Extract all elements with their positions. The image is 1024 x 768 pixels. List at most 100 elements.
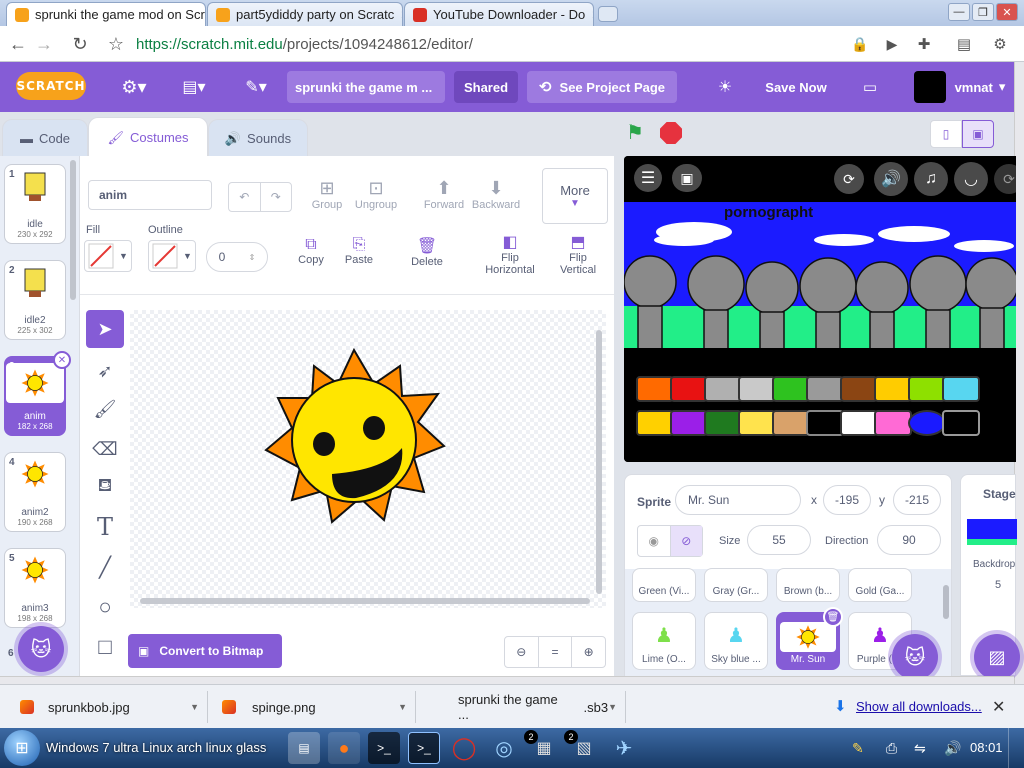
- fill-color-picker[interactable]: ▼: [84, 240, 132, 272]
- color-chip[interactable]: [874, 376, 912, 402]
- extensions-puzzle-icon[interactable]: ✚: [912, 32, 936, 56]
- color-chip[interactable]: [806, 376, 844, 402]
- show-desktop-button[interactable]: [1008, 728, 1024, 768]
- replay-icon[interactable]: ⟳: [994, 164, 1016, 194]
- color-chip[interactable]: [806, 410, 844, 436]
- size-input[interactable]: 55: [747, 525, 811, 555]
- direction-input[interactable]: 90: [877, 525, 941, 555]
- color-chip[interactable]: [908, 410, 946, 436]
- sprite-tile[interactable]: ♟ Lime (O...: [632, 612, 696, 670]
- sprite-tile[interactable]: Green (Vi...: [632, 568, 696, 602]
- opera-icon[interactable]: ◯: [448, 732, 480, 764]
- choose-backdrop-icon[interactable]: ▨: [974, 634, 1020, 680]
- brush-tool-icon[interactable]: 🖌: [86, 390, 124, 428]
- canvas-vertical-scrollbar[interactable]: [596, 330, 602, 594]
- color-chip[interactable]: [840, 376, 878, 402]
- stage[interactable]: ☰ ▣ ⟳ 🔊 ♫ ◡ ⟳ pornographt: [624, 156, 1016, 462]
- wrench-menu-icon[interactable]: ⚙: [988, 32, 1012, 56]
- printer-tray-icon[interactable]: ⎙: [886, 740, 897, 757]
- download-item[interactable]: sprunki the game ... .sb3 ▼: [420, 691, 626, 723]
- firefox-icon[interactable]: ●: [328, 732, 360, 764]
- rectangle-tool-icon[interactable]: □: [86, 628, 124, 666]
- ungroup-button[interactable]: ⊡ Ungroup: [355, 178, 397, 211]
- lock-icon[interactable]: 🔒: [848, 32, 872, 56]
- outline-color-picker[interactable]: ▼: [148, 240, 196, 272]
- notes-tray-icon[interactable]: ✎: [852, 740, 864, 757]
- color-chip[interactable]: [772, 376, 810, 402]
- sprite-list-scrollbar[interactable]: [943, 585, 949, 619]
- sprite-tile[interactable]: Gray (Gr...: [704, 568, 768, 602]
- color-chip[interactable]: [704, 376, 742, 402]
- more-dropdown[interactable]: More ▼: [542, 168, 608, 224]
- zoom-reset-button[interactable]: =: [539, 637, 573, 667]
- edit-pencil-icon[interactable]: ✎▾: [236, 71, 276, 103]
- download-item[interactable]: sprunkbob.jpg ▼: [6, 691, 208, 723]
- outline-width-input[interactable]: 0 ⇕: [206, 242, 268, 272]
- flip-vertical-button[interactable]: ⬒ Flip Vertical: [554, 232, 602, 276]
- choose-sprite-cat-icon[interactable]: 🐱: [892, 634, 938, 680]
- choose-costume-cat-icon[interactable]: 🐱: [18, 626, 64, 672]
- moon-icon[interactable]: ◡: [954, 162, 988, 196]
- line-tool-icon[interactable]: ╱: [86, 548, 124, 586]
- hide-eye-icon[interactable]: ⊘: [670, 526, 702, 556]
- color-chip[interactable]: [772, 410, 810, 436]
- music-note-icon[interactable]: ♫: [914, 162, 948, 196]
- costume-item[interactable]: 1 idle 230 x 292: [4, 164, 66, 244]
- page-menu-icon[interactable]: ▤: [952, 32, 976, 56]
- show-all-downloads-link[interactable]: Show all downloads...: [856, 699, 982, 714]
- file-menu-icon[interactable]: ▤▾: [174, 71, 214, 103]
- costume-list-scrollbar[interactable]: [70, 160, 76, 300]
- play-icon[interactable]: ▶: [880, 32, 904, 56]
- browser-tab-youtube-downloader[interactable]: YouTube Downloader - Do ✕: [404, 2, 594, 26]
- close-icon[interactable]: ✕: [394, 8, 402, 22]
- circle-tool-icon[interactable]: ○: [86, 588, 124, 626]
- start-orb-icon[interactable]: ⊞: [4, 730, 40, 766]
- my-stuff-folder-icon[interactable]: ▭: [854, 71, 886, 103]
- show-eye-icon[interactable]: ◉: [638, 526, 671, 556]
- color-chip[interactable]: [738, 410, 776, 436]
- sprite-name-input[interactable]: Mr. Sun: [675, 485, 801, 515]
- forward-arrow-icon[interactable]: →: [32, 32, 56, 56]
- small-stage-icon[interactable]: ▯: [930, 120, 962, 148]
- undo-icon[interactable]: ↶: [229, 183, 261, 211]
- delete-sprite-icon[interactable]: 🗑: [823, 607, 843, 627]
- forward-button[interactable]: ⬆ Forward: [424, 178, 464, 211]
- address-bar[interactable]: https://scratch.mit.edu/projects/1094248…: [130, 32, 874, 56]
- avatar[interactable]: [914, 71, 946, 103]
- printer-stack-icon[interactable]: ▧: [568, 732, 600, 764]
- backward-button[interactable]: ⬇ Backward: [472, 178, 520, 211]
- green-flag-icon[interactable]: ⚑: [626, 120, 652, 146]
- color-chip[interactable]: [908, 376, 946, 402]
- volume-icon[interactable]: 🔊: [874, 162, 908, 196]
- costume-item[interactable]: 4 anim2 190 x 268: [4, 452, 66, 532]
- save-now-button[interactable]: Save Now: [758, 71, 834, 103]
- tab-costumes[interactable]: 🖌 Costumes: [88, 117, 208, 157]
- color-chip[interactable]: [942, 376, 980, 402]
- back-arrow-icon[interactable]: ←: [6, 32, 30, 56]
- new-tab-button[interactable]: [598, 6, 618, 22]
- delete-costume-icon[interactable]: ✕: [53, 351, 71, 369]
- web-browser-icon[interactable]: ✈: [608, 732, 640, 764]
- x-input[interactable]: -195: [823, 485, 871, 515]
- chevron-down-icon[interactable]: ▼: [398, 702, 407, 712]
- browser-tab-part5[interactable]: part5ydiddy party on Scratc ✕: [207, 2, 403, 26]
- sprite-tile[interactable]: ♟ Sky blue ...: [704, 612, 768, 670]
- browser-tab-scratch[interactable]: sprunki the game mod on Scr ✕: [6, 2, 206, 26]
- sprite-tile[interactable]: Brown (b...: [776, 568, 840, 602]
- close-icon[interactable]: ✕: [205, 8, 206, 22]
- flip-horizontal-button[interactable]: ◧ Flip Horizontal: [482, 232, 538, 276]
- paint-canvas[interactable]: [130, 310, 606, 608]
- files-stack-icon[interactable]: ▦: [528, 732, 560, 764]
- color-chip[interactable]: [670, 376, 708, 402]
- reshape-tool-icon[interactable]: ➶: [86, 352, 124, 390]
- costume-item[interactable]: 5 anim3 198 x 268: [4, 548, 66, 628]
- fill-bucket-tool-icon[interactable]: ⛾: [86, 468, 124, 506]
- color-chip[interactable]: [942, 410, 980, 436]
- tab-code[interactable]: ▬ Code: [2, 119, 88, 157]
- download-item[interactable]: spinge.png ▼: [212, 691, 416, 723]
- color-chip[interactable]: [636, 410, 674, 436]
- lightbulb-icon[interactable]: ☀: [710, 71, 740, 103]
- canvas-horizontal-scrollbar[interactable]: [140, 598, 590, 604]
- terminal-icon[interactable]: >_: [368, 732, 400, 764]
- color-chip[interactable]: [874, 410, 912, 436]
